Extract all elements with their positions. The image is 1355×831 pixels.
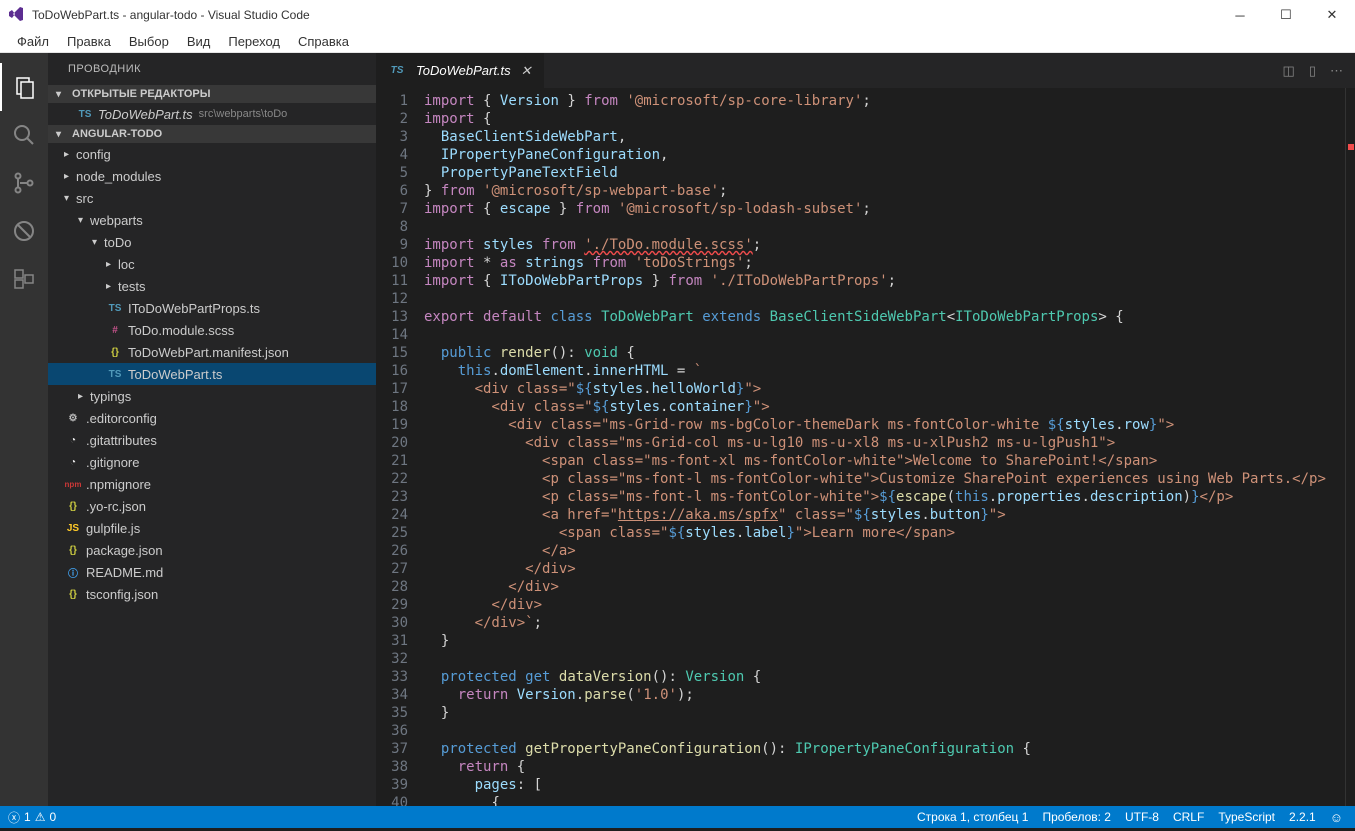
json-icon: {} <box>64 589 82 600</box>
typescript-icon: TS <box>76 109 94 120</box>
menu-help[interactable]: Справка <box>289 34 358 49</box>
menu-edit[interactable]: Правка <box>58 34 120 49</box>
line-numbers: 1234567891011121314151617181920212223242… <box>376 88 424 806</box>
menu-file[interactable]: Файл <box>8 34 58 49</box>
file-manifest[interactable]: {}ToDoWebPart.manifest.json <box>48 341 376 363</box>
folder-config[interactable]: ▸config <box>48 143 376 165</box>
source-control-icon[interactable] <box>0 159 48 207</box>
status-lang[interactable]: TypeScript <box>1218 810 1275 824</box>
file-yorc[interactable]: {}.yo-rc.json <box>48 495 376 517</box>
npm-icon: npm <box>64 480 82 489</box>
activity-bar <box>0 53 48 806</box>
editor-area: TS ToDoWebPart.ts ✕ ◫ ▯ ⋯ 12345678910111… <box>376 53 1355 806</box>
folder-tests[interactable]: ▸tests <box>48 275 376 297</box>
folder-src[interactable]: ▾src <box>48 187 376 209</box>
errors-icon[interactable]: ⓧ <box>8 809 20 826</box>
file-gulpfile[interactable]: JSgulpfile.js <box>48 517 376 539</box>
menu-go[interactable]: Переход <box>219 34 289 49</box>
file-tsconfig[interactable]: {}tsconfig.json <box>48 583 376 605</box>
maximize-button[interactable]: ☐ <box>1263 0 1309 30</box>
sidebar-title: ПРОВОДНИК <box>48 53 376 85</box>
info-icon: ⓘ <box>64 565 82 580</box>
menubar: Файл Правка Выбор Вид Переход Справка <box>0 30 1355 53</box>
folder-todo[interactable]: ▾toDo <box>48 231 376 253</box>
layout-icon[interactable]: ▯ <box>1309 63 1316 79</box>
file-scss[interactable]: #ToDo.module.scss <box>48 319 376 341</box>
tabs: TS ToDoWebPart.ts ✕ ◫ ▯ ⋯ <box>376 53 1355 88</box>
search-icon[interactable] <box>0 111 48 159</box>
window-title: ToDoWebPart.ts - angular-todo - Visual S… <box>32 8 310 22</box>
open-editors-header[interactable]: ▾ОТКРЫТЫЕ РЕДАКТОРЫ <box>48 85 376 103</box>
json-icon: {} <box>64 501 82 512</box>
gear-icon: ⚙ <box>64 413 82 424</box>
status-cursor[interactable]: Строка 1, столбец 1 <box>917 810 1028 824</box>
json-icon: {} <box>106 347 124 358</box>
titlebar: ToDoWebPart.ts - angular-todo - Visual S… <box>0 0 1355 30</box>
close-icon[interactable]: ✕ <box>521 63 532 79</box>
git-icon: ◔ <box>64 457 82 468</box>
json-icon: {} <box>64 545 82 556</box>
tab-todowebpart[interactable]: TS ToDoWebPart.ts ✕ <box>376 53 545 88</box>
folder-loc[interactable]: ▸loc <box>48 253 376 275</box>
menu-selection[interactable]: Выбор <box>120 34 178 49</box>
git-icon: ◔ <box>64 435 82 446</box>
sidebar: ПРОВОДНИК ▾ОТКРЫТЫЕ РЕДАКТОРЫ TS ToDoWeb… <box>48 53 376 806</box>
file-npmignore[interactable]: npm.npmignore <box>48 473 376 495</box>
status-eol[interactable]: CRLF <box>1173 810 1204 824</box>
folder-webparts[interactable]: ▾webparts <box>48 209 376 231</box>
error-marker[interactable] <box>1348 144 1354 150</box>
folder-node-modules[interactable]: ▸node_modules <box>48 165 376 187</box>
js-icon: JS <box>64 523 82 534</box>
scss-icon: # <box>106 325 124 336</box>
file-readme[interactable]: ⓘREADME.md <box>48 561 376 583</box>
typescript-icon: TS <box>106 369 124 380</box>
close-button[interactable]: ✕ <box>1309 0 1355 30</box>
statusbar: ⓧ 1 ⚠0 Строка 1, столбец 1 Пробелов: 2 UT… <box>0 806 1355 828</box>
file-props[interactable]: TSIToDoWebPartProps.ts <box>48 297 376 319</box>
split-editor-icon[interactable]: ◫ <box>1283 63 1295 79</box>
tab-label: ToDoWebPart.ts <box>416 63 511 78</box>
menu-view[interactable]: Вид <box>178 34 220 49</box>
file-gitignore[interactable]: ◔.gitignore <box>48 451 376 473</box>
typescript-icon: TS <box>106 303 124 314</box>
code-editor[interactable]: 1234567891011121314151617181920212223242… <box>376 88 1355 806</box>
debug-icon[interactable] <box>0 207 48 255</box>
warnings-icon[interactable]: ⚠ <box>35 810 46 824</box>
file-package[interactable]: {}package.json <box>48 539 376 561</box>
file-editorconfig[interactable]: ⚙.editorconfig <box>48 407 376 429</box>
project-header[interactable]: ▾ANGULAR-TODO <box>48 125 376 143</box>
warning-count[interactable]: 0 <box>49 810 56 824</box>
extensions-icon[interactable] <box>0 255 48 303</box>
minimize-button[interactable]: ─ <box>1217 0 1263 30</box>
file-gitattributes[interactable]: ◔.gitattributes <box>48 429 376 451</box>
file-webpart-ts[interactable]: TSToDoWebPart.ts <box>48 363 376 385</box>
feedback-icon[interactable]: ☺ <box>1330 810 1343 825</box>
status-encoding[interactable]: UTF-8 <box>1125 810 1159 824</box>
open-editor-item[interactable]: TS ToDoWebPart.ts src\webparts\toDo <box>48 103 376 125</box>
more-icon[interactable]: ⋯ <box>1330 63 1343 79</box>
vs-logo-icon <box>8 6 24 25</box>
code-content[interactable]: import { Version } from '@microsoft/sp-c… <box>424 88 1345 806</box>
status-spaces[interactable]: Пробелов: 2 <box>1042 810 1111 824</box>
typescript-icon: TS <box>388 65 406 76</box>
error-count[interactable]: 1 <box>24 810 31 824</box>
minimap[interactable] <box>1345 88 1355 806</box>
status-version[interactable]: 2.2.1 <box>1289 810 1316 824</box>
folder-typings[interactable]: ▸typings <box>48 385 376 407</box>
explorer-icon[interactable] <box>0 63 48 111</box>
